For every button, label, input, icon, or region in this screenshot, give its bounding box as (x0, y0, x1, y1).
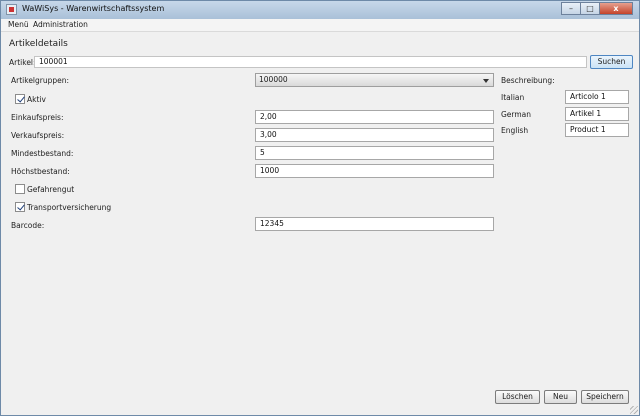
description-input-italian[interactable]: Articolo 1 (565, 90, 629, 104)
verkaufspreis-input[interactable]: 3,00 (255, 128, 494, 142)
window-title: WaWiSys - Warenwirtschaftssystem (22, 4, 165, 13)
mindestbestand-input[interactable]: 5 (255, 146, 494, 160)
hoechstbestand-label: Höchstbestand: (11, 167, 70, 176)
verkaufspreis-label: Verkaufspreis: (11, 131, 65, 140)
hoechstbestand-input[interactable]: 1000 (255, 164, 494, 178)
language-label-german: German (501, 110, 532, 119)
description-input-english[interactable]: Product 1 (565, 123, 629, 137)
resize-grip-icon[interactable] (630, 406, 638, 414)
einkaufspreis-label: Einkaufspreis: (11, 113, 64, 122)
language-label-italian: Italian (501, 93, 525, 102)
close-button[interactable]: x (599, 2, 633, 15)
gefahrengut-checkbox[interactable] (15, 184, 25, 194)
save-button[interactable]: Speichern (581, 390, 629, 404)
artikelgruppen-select[interactable]: 100000 (255, 73, 494, 87)
app-icon (6, 4, 17, 15)
window-controls: – □ x (561, 2, 633, 16)
maximize-button[interactable]: □ (580, 2, 600, 15)
minimize-button[interactable]: – (561, 2, 581, 15)
transportversicherung-checkbox[interactable] (15, 202, 25, 212)
app-window: WaWiSys - Warenwirtschaftssystem – □ x M… (0, 0, 640, 416)
einkaufspreis-input[interactable]: 2,00 (255, 110, 494, 124)
gefahrengut-label: Gefahrengut (27, 185, 75, 194)
artikelgruppen-value: 100000 (259, 75, 288, 84)
menu-item-menue[interactable]: Menü (8, 20, 29, 29)
beschreibung-label: Beschreibung: (501, 76, 555, 85)
aktiv-checkbox[interactable] (15, 94, 25, 104)
delete-button[interactable]: Löschen (495, 390, 540, 404)
artikelgruppen-label: Artikelgruppen: (11, 76, 70, 85)
transportversicherung-label: Transportversicherung (27, 203, 112, 212)
search-button[interactable]: Suchen (590, 55, 633, 69)
title-bar[interactable]: WaWiSys - Warenwirtschaftssystem – □ x (1, 1, 639, 19)
language-label-english: English (501, 126, 529, 135)
barcode-label: Barcode: (11, 221, 45, 230)
chevron-down-icon (483, 79, 489, 83)
barcode-input[interactable]: 12345 (255, 217, 494, 231)
aktiv-label: Aktiv (27, 95, 46, 104)
menu-item-administration[interactable]: Administration (33, 20, 88, 29)
description-input-german[interactable]: Artikel 1 (565, 107, 629, 121)
new-button[interactable]: Neu (544, 390, 577, 404)
artikel-search-input[interactable]: 100001 (34, 56, 587, 68)
artikel-label: Artikel: (9, 58, 36, 67)
page-title: Artikeldetails (9, 39, 68, 49)
menu-bar: Menü Administration (1, 19, 639, 32)
mindestbestand-label: Mindestbestand: (11, 149, 74, 158)
